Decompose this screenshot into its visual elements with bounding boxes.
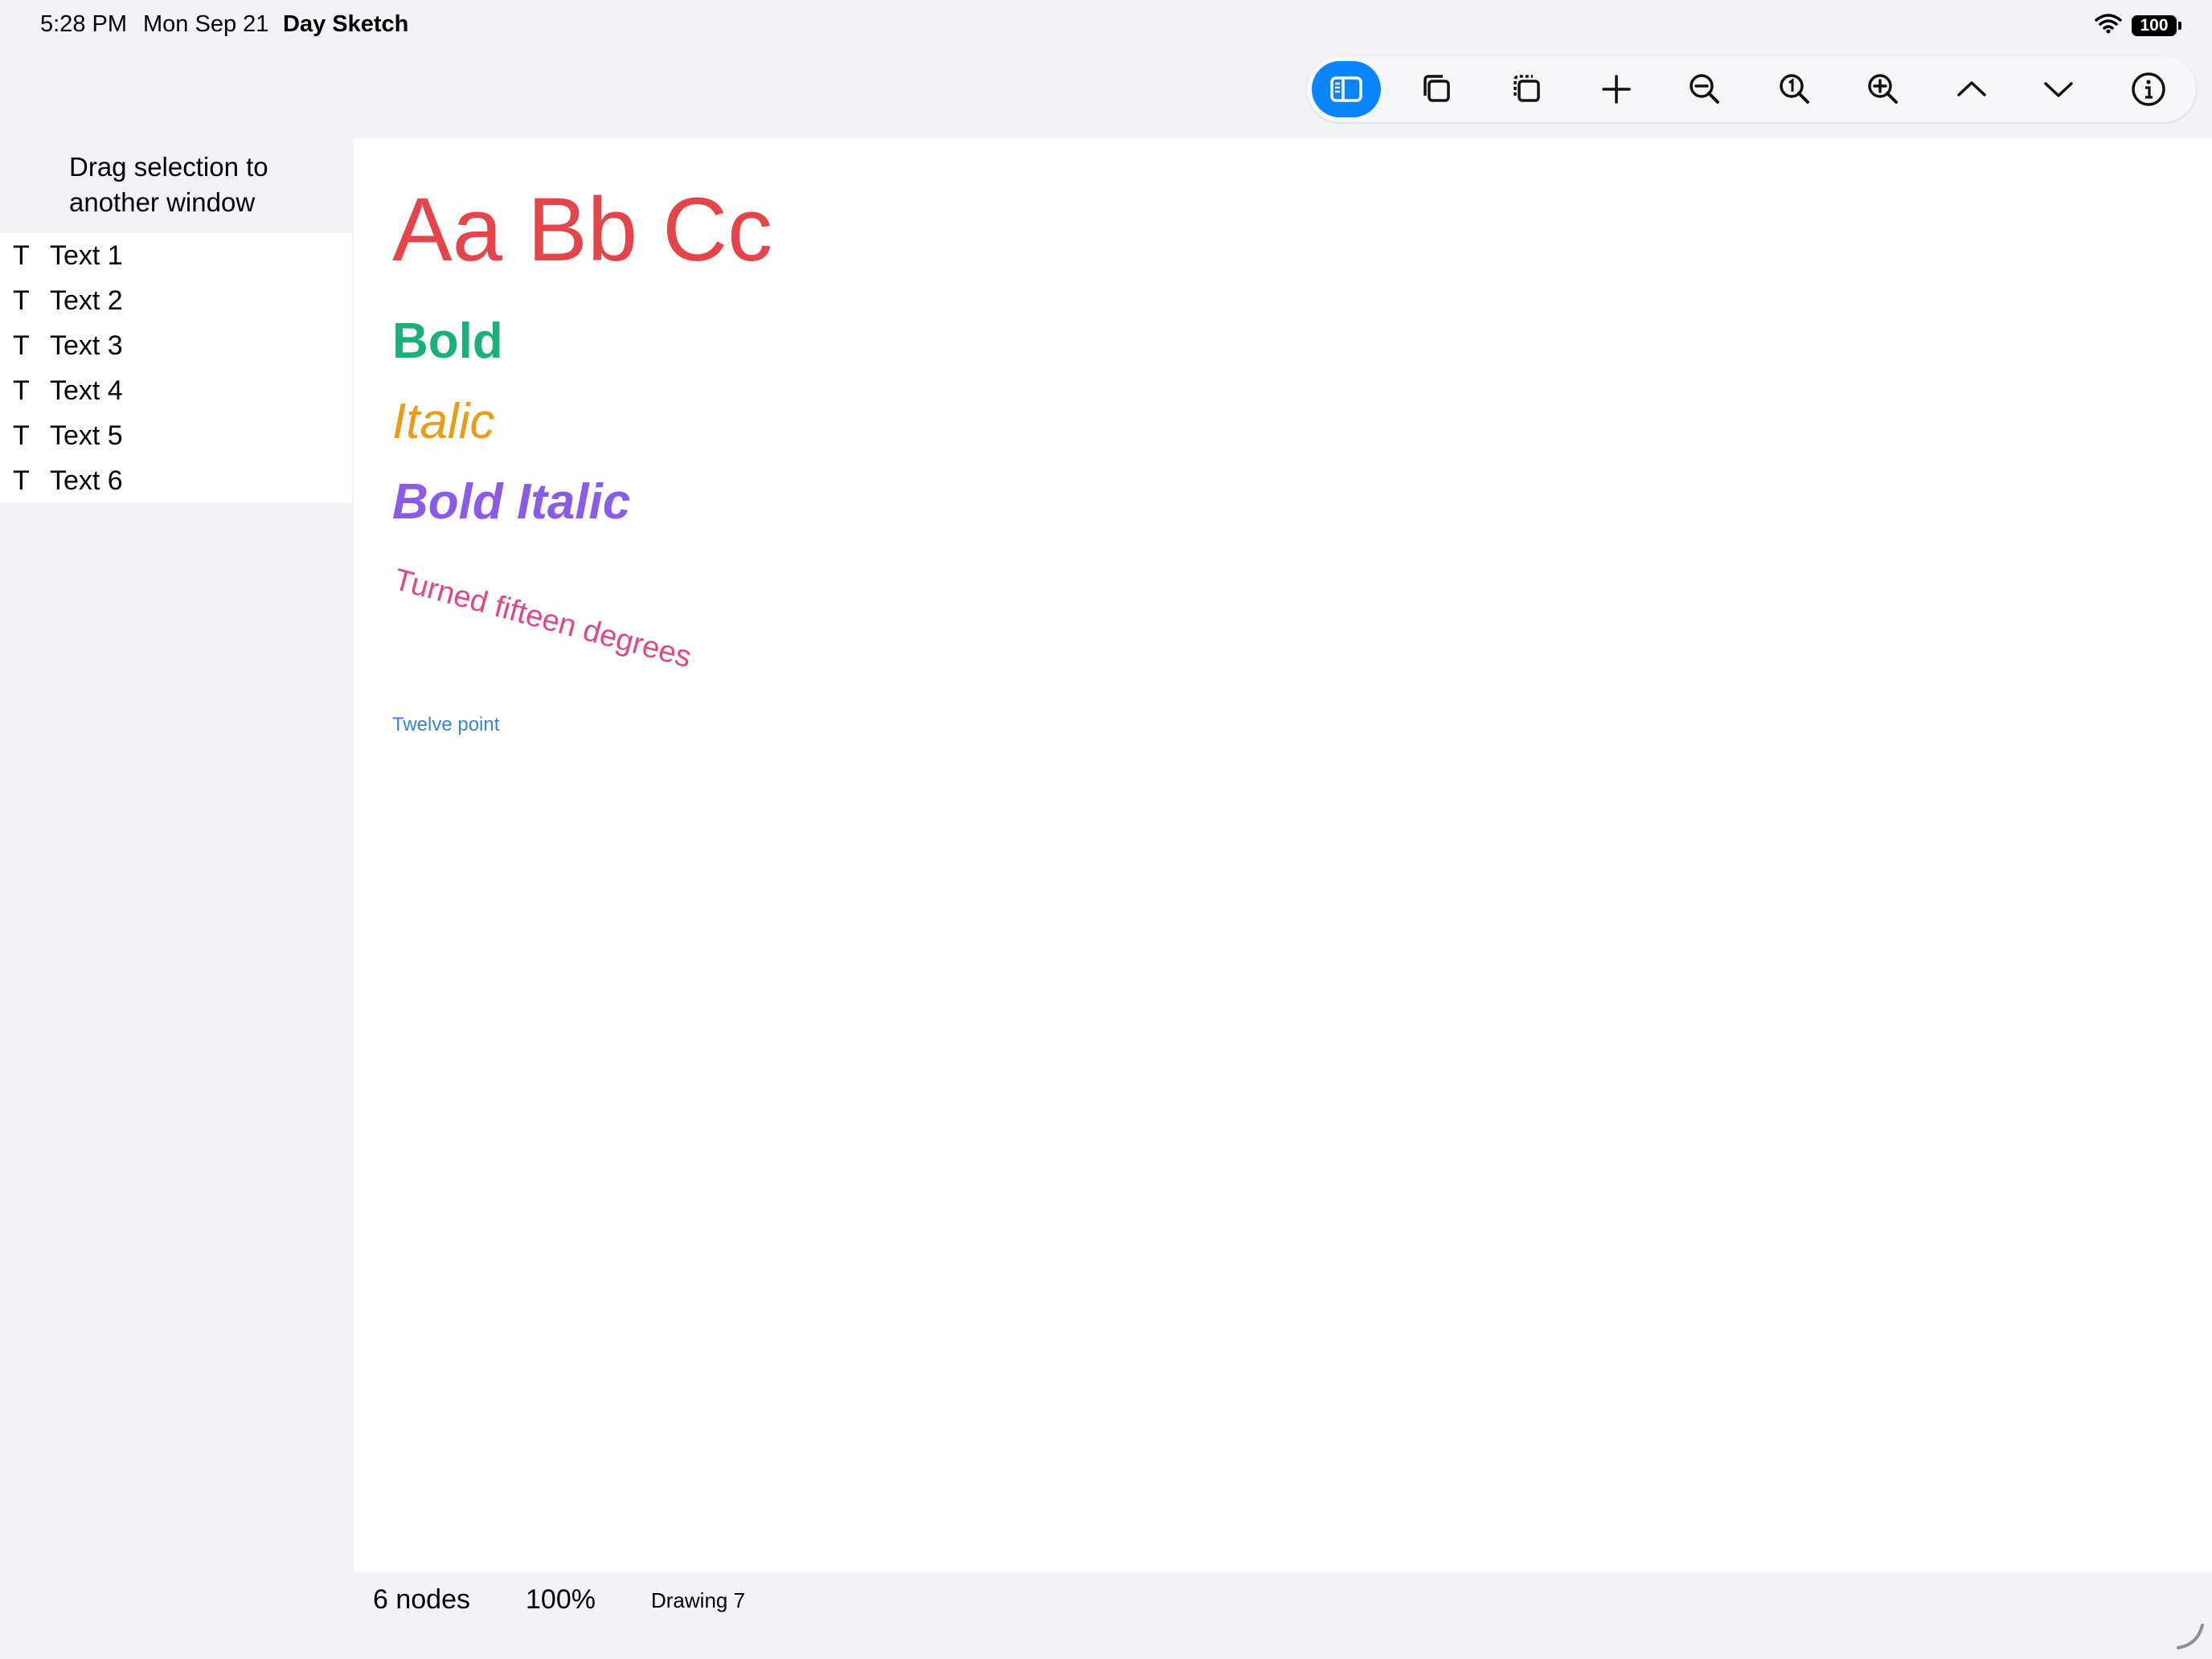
zoom-level[interactable]: 100% bbox=[526, 1584, 596, 1616]
bottom-status-bar: 6 nodes 100% Drawing 7 bbox=[354, 1572, 2212, 1659]
canvas-text-3[interactable]: Italic bbox=[392, 397, 494, 447]
layer-item-text-2[interactable]: T Text 2 bbox=[0, 278, 352, 323]
toggle-sidebar-button[interactable] bbox=[1312, 61, 1381, 117]
move-down-button[interactable] bbox=[2024, 61, 2093, 117]
text-type-icon: T bbox=[13, 420, 30, 451]
actual-size-button[interactable] bbox=[1760, 61, 1829, 117]
layer-label: Text 6 bbox=[50, 465, 123, 496]
text-type-icon: T bbox=[13, 465, 30, 496]
canvas-text-2[interactable]: Bold bbox=[392, 317, 503, 367]
drawing-canvas[interactable]: Aa Bb Cc Bold Italic Bold Italic Turned … bbox=[354, 138, 2212, 1572]
text-type-icon: T bbox=[13, 285, 30, 316]
canvas-text-4[interactable]: Bold Italic bbox=[392, 477, 630, 527]
battery-icon: 100 bbox=[2132, 14, 2181, 36]
text-type-icon: T bbox=[13, 375, 30, 406]
layer-label: Text 5 bbox=[50, 420, 123, 451]
wifi-icon bbox=[2095, 13, 2122, 38]
layer-label: Text 4 bbox=[50, 375, 123, 406]
canvas-text-6[interactable]: Twelve point bbox=[392, 715, 499, 735]
layer-label: Text 1 bbox=[50, 240, 123, 271]
chevron-up-icon bbox=[1957, 81, 1986, 96]
zoom-actual-size-icon bbox=[1780, 74, 1809, 104]
layer-label: Text 2 bbox=[50, 285, 123, 316]
info-button[interactable] bbox=[2114, 61, 2183, 117]
duplicate-icon bbox=[1423, 75, 1450, 102]
layer-item-text-5[interactable]: T Text 5 bbox=[0, 413, 352, 458]
layer-label: Text 3 bbox=[50, 330, 123, 361]
document-name: Drawing 7 bbox=[651, 1588, 746, 1612]
plus-icon bbox=[1602, 75, 1631, 104]
layer-list: T Text 1 T Text 2 T Text 3 T Text 4 T Te… bbox=[0, 233, 352, 503]
resize-handle-icon[interactable] bbox=[2173, 1620, 2206, 1653]
status-time: 5:28 PM bbox=[40, 11, 127, 37]
drag-hint: Drag selection to another window bbox=[69, 152, 268, 217]
zoom-out-icon bbox=[1690, 74, 1719, 104]
status-indicators: 100 bbox=[2095, 13, 2181, 38]
layer-item-text-4[interactable]: T Text 4 bbox=[0, 368, 352, 413]
node-count: 6 nodes bbox=[373, 1584, 470, 1615]
dashed-duplicate-icon bbox=[1514, 75, 1540, 102]
chevron-down-icon bbox=[2044, 82, 2073, 97]
canvas-text-5[interactable]: Turned fifteen degrees bbox=[391, 563, 695, 674]
toolbar bbox=[1307, 56, 2196, 122]
info-icon bbox=[2132, 72, 2165, 106]
duplicate-selection-button[interactable] bbox=[1492, 61, 1561, 117]
text-type-icon: T bbox=[13, 240, 30, 271]
move-up-button[interactable] bbox=[1937, 61, 2006, 117]
text-type-icon: T bbox=[13, 330, 30, 361]
layer-item-text-6[interactable]: T Text 6 bbox=[0, 458, 352, 503]
sidebar-icon bbox=[1330, 76, 1362, 102]
canvas-text-1[interactable]: Aa Bb Cc bbox=[392, 185, 772, 275]
zoom-out-button[interactable] bbox=[1670, 61, 1739, 117]
status-app-name: Day Sketch bbox=[283, 11, 409, 37]
add-button[interactable] bbox=[1582, 61, 1651, 117]
layer-item-text-1[interactable]: T Text 1 bbox=[0, 233, 352, 278]
layer-item-text-3[interactable]: T Text 3 bbox=[0, 323, 352, 368]
zoom-in-icon bbox=[1868, 74, 1898, 104]
sidebar: Drag selection to another window T Text … bbox=[0, 138, 352, 1659]
duplicate-button[interactable] bbox=[1402, 61, 1471, 117]
zoom-in-button[interactable] bbox=[1849, 61, 1918, 117]
status-date: Mon Sep 21 bbox=[143, 11, 269, 37]
